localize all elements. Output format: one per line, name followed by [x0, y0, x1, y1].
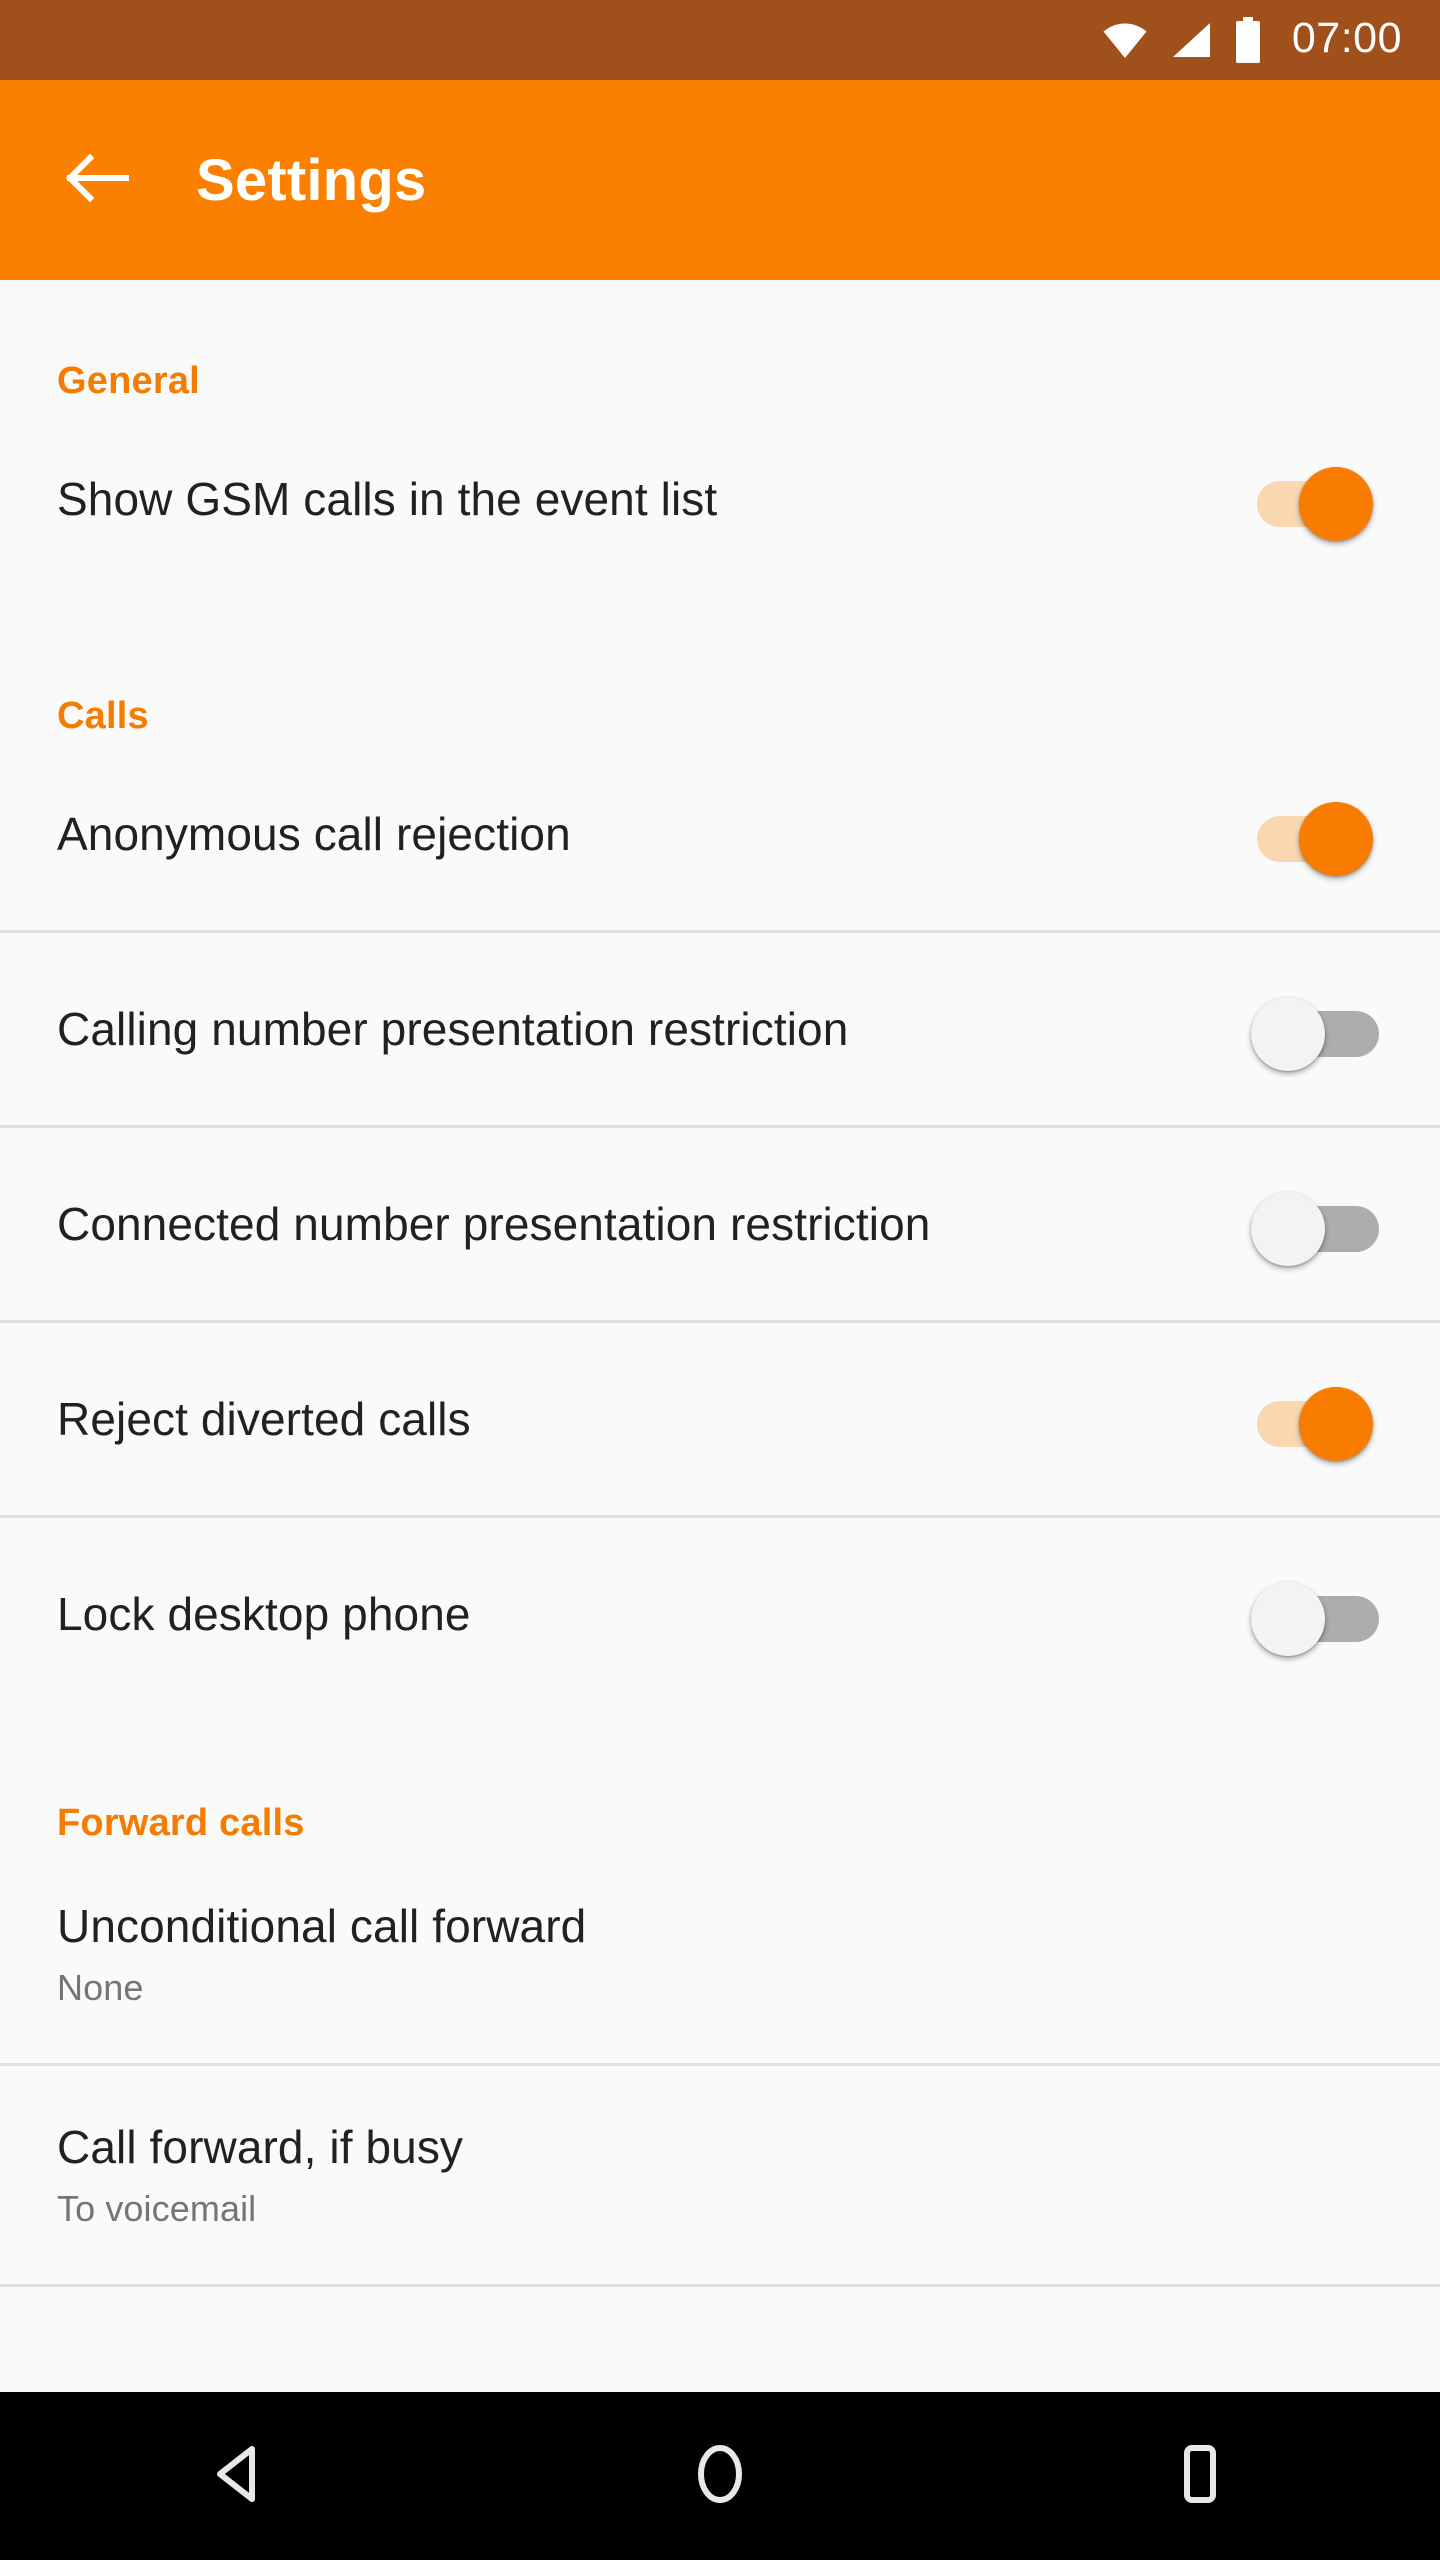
setting-row-calling-number-presentation-restriction[interactable]: Calling number presentation restriction — [0, 933, 1440, 1125]
setting-row-connected-number-presentation-restriction[interactable]: Connected number presentation restrictio… — [0, 1128, 1440, 1320]
setting-row-label: Lock desktop phone — [57, 1587, 471, 1640]
app-bar: Settings — [0, 80, 1440, 280]
switch-thumb — [1251, 997, 1325, 1071]
back-nav-button[interactable] — [160, 2392, 320, 2560]
setting-row-label: Unconditional call forward — [57, 1899, 587, 1952]
setting-row-label: Anonymous call rejection — [57, 807, 571, 860]
switch-anonymous-call-rejection[interactable] — [1251, 794, 1383, 876]
back-button[interactable] — [38, 120, 158, 240]
setting-row-label: Calling number presentation restriction — [57, 1002, 849, 1055]
status-bar-clock: 07:00 — [1291, 14, 1402, 62]
switch-thumb — [1251, 1582, 1325, 1656]
circle-home-icon — [689, 2443, 751, 2510]
setting-row-value: To voicemail — [57, 2188, 257, 2230]
switch-calling-number-presentation-restriction[interactable] — [1251, 989, 1383, 1071]
cellular-signal-icon — [1170, 21, 1212, 59]
wifi-icon — [1102, 21, 1148, 59]
setting-row-call-forward-if-busy[interactable]: Call forward, if busy To voicemail — [0, 2066, 1440, 2284]
setting-row-label: Reject diverted calls — [57, 1392, 471, 1445]
square-recents-icon — [1171, 2443, 1229, 2510]
section-header-forward-calls: Forward calls — [57, 1802, 305, 1844]
setting-row-label: Show GSM calls in the event list — [57, 472, 718, 525]
setting-row-anonymous-call-rejection[interactable]: Anonymous call rejection — [0, 738, 1440, 930]
arrow-left-icon — [64, 149, 132, 212]
triangle-back-icon — [212, 2443, 268, 2510]
section-header-general: General — [57, 360, 200, 402]
home-nav-button[interactable] — [640, 2392, 800, 2560]
setting-row-reject-diverted-calls[interactable]: Reject diverted calls — [0, 1323, 1440, 1515]
android-navigation-bar — [0, 2392, 1440, 2560]
setting-row-value: None — [57, 1967, 144, 2009]
setting-row-label: Call forward, if busy — [57, 2120, 464, 2173]
setting-row-lock-desktop-phone[interactable]: Lock desktop phone — [0, 1518, 1440, 1710]
battery-full-icon — [1234, 17, 1262, 63]
switch-lock-desktop-phone[interactable] — [1251, 1574, 1383, 1656]
recents-nav-button[interactable] — [1120, 2392, 1280, 2560]
switch-connected-number-presentation-restriction[interactable] — [1251, 1184, 1383, 1266]
switch-show-gsm-calls[interactable] — [1251, 459, 1383, 541]
switch-thumb — [1251, 1192, 1325, 1266]
page-title: Settings — [196, 147, 427, 213]
setting-row-label: Connected number presentation restrictio… — [57, 1197, 931, 1250]
switch-reject-diverted-calls[interactable] — [1251, 1379, 1383, 1461]
switch-thumb — [1299, 802, 1373, 876]
switch-thumb — [1299, 467, 1373, 541]
setting-row-partial-next[interactable] — [0, 2287, 1440, 2392]
switch-thumb — [1299, 1387, 1373, 1461]
status-bar: 07:00 — [0, 0, 1440, 80]
setting-row-unconditional-call-forward[interactable]: Unconditional call forward None — [0, 1845, 1440, 2063]
phone-screen: 07:00 Settings General Show GSM calls in… — [0, 0, 1440, 2560]
setting-row-show-gsm-calls[interactable]: Show GSM calls in the event list — [0, 403, 1440, 595]
settings-list[interactable]: General Show GSM calls in the event list… — [0, 280, 1440, 2392]
section-header-calls: Calls — [57, 695, 149, 737]
